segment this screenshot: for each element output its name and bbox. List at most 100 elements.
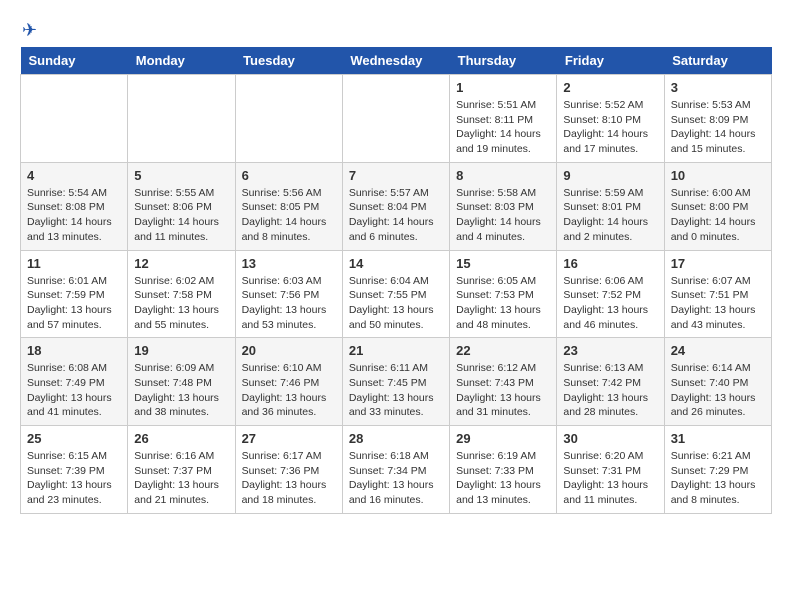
day-number: 29 (456, 431, 550, 446)
calendar-cell: 1 Sunrise: 5:51 AM Sunset: 8:11 PM Daylig… (450, 75, 557, 163)
day-number: 23 (563, 343, 657, 358)
day-info: Sunrise: 6:21 AM Sunset: 7:29 PM Dayligh… (671, 449, 765, 508)
day-number: 1 (456, 80, 550, 95)
calendar-cell: 30 Sunrise: 6:20 AM Sunset: 7:31 PM Dayli… (557, 426, 664, 514)
logo-bird-icon: ✈ (22, 20, 37, 41)
calendar-week-3: 11 Sunrise: 6:01 AM Sunset: 7:59 PM Dayli… (21, 250, 772, 338)
day-info: Sunrise: 5:56 AM Sunset: 8:05 PM Dayligh… (242, 186, 336, 245)
calendar-cell: 2 Sunrise: 5:52 AM Sunset: 8:10 PM Daylig… (557, 75, 664, 163)
calendar-cell (235, 75, 342, 163)
day-number: 19 (134, 343, 228, 358)
day-info: Sunrise: 6:20 AM Sunset: 7:31 PM Dayligh… (563, 449, 657, 508)
calendar-cell (128, 75, 235, 163)
calendar-week-4: 18 Sunrise: 6:08 AM Sunset: 7:49 PM Dayli… (21, 338, 772, 426)
day-number: 30 (563, 431, 657, 446)
calendar-cell: 15Sunrise: 6:05 AM Sunset: 7:53 PM Dayli… (450, 250, 557, 338)
logo: ✈ (20, 20, 37, 37)
day-info: Sunrise: 6:17 AM Sunset: 7:36 PM Dayligh… (242, 449, 336, 508)
day-header-thursday: Thursday (450, 47, 557, 75)
day-number: 31 (671, 431, 765, 446)
day-info: Sunrise: 6:14 AM Sunset: 7:40 PM Dayligh… (671, 361, 765, 420)
calendar-cell: 4Sunrise: 5:54 AM Sunset: 8:08 PM Daylig… (21, 162, 128, 250)
day-header-monday: Monday (128, 47, 235, 75)
calendar-cell: 7 Sunrise: 5:57 AM Sunset: 8:04 PM Daylig… (342, 162, 449, 250)
day-info: Sunrise: 6:15 AM Sunset: 7:39 PM Dayligh… (27, 449, 121, 508)
day-number: 13 (242, 256, 336, 271)
calendar-table: SundayMondayTuesdayWednesdayThursdayFrid… (20, 47, 772, 514)
calendar-cell: 20 Sunrise: 6:10 AM Sunset: 7:46 PM Dayli… (235, 338, 342, 426)
calendar-cell: 19Sunrise: 6:09 AM Sunset: 7:48 PM Dayli… (128, 338, 235, 426)
day-info: Sunrise: 5:51 AM Sunset: 8:11 PM Dayligh… (456, 98, 550, 157)
day-number: 11 (27, 256, 121, 271)
day-info: Sunrise: 6:18 AM Sunset: 7:34 PM Dayligh… (349, 449, 443, 508)
calendar-cell: 23 Sunrise: 6:13 AM Sunset: 7:42 PM Dayli… (557, 338, 664, 426)
day-number: 7 (349, 168, 443, 183)
day-header-wednesday: Wednesday (342, 47, 449, 75)
day-info: Sunrise: 6:07 AM Sunset: 7:51 PM Dayligh… (671, 274, 765, 333)
calendar-cell: 10Sunrise: 6:00 AM Sunset: 8:00 PM Dayli… (664, 162, 771, 250)
day-number: 6 (242, 168, 336, 183)
day-number: 28 (349, 431, 443, 446)
day-number: 14 (349, 256, 443, 271)
calendar-cell: 8Sunrise: 5:58 AM Sunset: 8:03 PM Daylig… (450, 162, 557, 250)
calendar-cell: 22Sunrise: 6:12 AM Sunset: 7:43 PM Dayli… (450, 338, 557, 426)
day-info: Sunrise: 6:10 AM Sunset: 7:46 PM Dayligh… (242, 361, 336, 420)
day-info: Sunrise: 5:52 AM Sunset: 8:10 PM Dayligh… (563, 98, 657, 157)
day-info: Sunrise: 5:54 AM Sunset: 8:08 PM Dayligh… (27, 186, 121, 245)
calendar-week-5: 25 Sunrise: 6:15 AM Sunset: 7:39 PM Dayli… (21, 426, 772, 514)
day-number: 9 (563, 168, 657, 183)
day-info: Sunrise: 5:59 AM Sunset: 8:01 PM Dayligh… (563, 186, 657, 245)
day-number: 12 (134, 256, 228, 271)
day-number: 3 (671, 80, 765, 95)
day-info: Sunrise: 6:19 AM Sunset: 7:33 PM Dayligh… (456, 449, 550, 508)
calendar-cell: 31 Sunrise: 6:21 AM Sunset: 7:29 PM Dayli… (664, 426, 771, 514)
day-info: Sunrise: 6:08 AM Sunset: 7:49 PM Dayligh… (27, 361, 121, 420)
calendar-cell: 21 Sunrise: 6:11 AM Sunset: 7:45 PM Dayli… (342, 338, 449, 426)
day-number: 18 (27, 343, 121, 358)
day-info: Sunrise: 5:57 AM Sunset: 8:04 PM Dayligh… (349, 186, 443, 245)
day-number: 16 (563, 256, 657, 271)
calendar-cell: 11 Sunrise: 6:01 AM Sunset: 7:59 PM Dayli… (21, 250, 128, 338)
calendar-cell: 12Sunrise: 6:02 AM Sunset: 7:58 PM Dayli… (128, 250, 235, 338)
calendar-cell: 29 Sunrise: 6:19 AM Sunset: 7:33 PM Dayli… (450, 426, 557, 514)
day-info: Sunrise: 6:03 AM Sunset: 7:56 PM Dayligh… (242, 274, 336, 333)
day-header-tuesday: Tuesday (235, 47, 342, 75)
calendar-cell: 27 Sunrise: 6:17 AM Sunset: 7:36 PM Dayli… (235, 426, 342, 514)
calendar-week-1: 1 Sunrise: 5:51 AM Sunset: 8:11 PM Daylig… (21, 75, 772, 163)
day-number: 5 (134, 168, 228, 183)
calendar-header-row: SundayMondayTuesdayWednesdayThursdayFrid… (21, 47, 772, 75)
day-number: 27 (242, 431, 336, 446)
day-number: 10 (671, 168, 765, 183)
day-info: Sunrise: 6:04 AM Sunset: 7:55 PM Dayligh… (349, 274, 443, 333)
calendar-cell: 16 Sunrise: 6:06 AM Sunset: 7:52 PM Dayli… (557, 250, 664, 338)
day-info: Sunrise: 6:12 AM Sunset: 7:43 PM Dayligh… (456, 361, 550, 420)
day-info: Sunrise: 6:06 AM Sunset: 7:52 PM Dayligh… (563, 274, 657, 333)
calendar-cell (342, 75, 449, 163)
day-info: Sunrise: 6:01 AM Sunset: 7:59 PM Dayligh… (27, 274, 121, 333)
calendar-cell: 28 Sunrise: 6:18 AM Sunset: 7:34 PM Dayli… (342, 426, 449, 514)
calendar-cell: 13 Sunrise: 6:03 AM Sunset: 7:56 PM Dayli… (235, 250, 342, 338)
calendar-cell: 18 Sunrise: 6:08 AM Sunset: 7:49 PM Dayli… (21, 338, 128, 426)
day-info: Sunrise: 6:11 AM Sunset: 7:45 PM Dayligh… (349, 361, 443, 420)
day-number: 24 (671, 343, 765, 358)
day-number: 20 (242, 343, 336, 358)
calendar-cell: 17 Sunrise: 6:07 AM Sunset: 7:51 PM Dayli… (664, 250, 771, 338)
day-number: 17 (671, 256, 765, 271)
calendar-cell: 14 Sunrise: 6:04 AM Sunset: 7:55 PM Dayli… (342, 250, 449, 338)
day-info: Sunrise: 5:55 AM Sunset: 8:06 PM Dayligh… (134, 186, 228, 245)
calendar-cell: 9 Sunrise: 5:59 AM Sunset: 8:01 PM Daylig… (557, 162, 664, 250)
day-number: 2 (563, 80, 657, 95)
day-number: 25 (27, 431, 121, 446)
calendar-cell (21, 75, 128, 163)
day-number: 26 (134, 431, 228, 446)
day-number: 21 (349, 343, 443, 358)
calendar-cell: 24 Sunrise: 6:14 AM Sunset: 7:40 PM Dayli… (664, 338, 771, 426)
day-header-saturday: Saturday (664, 47, 771, 75)
day-info: Sunrise: 5:53 AM Sunset: 8:09 PM Dayligh… (671, 98, 765, 157)
day-number: 8 (456, 168, 550, 183)
calendar-week-2: 4Sunrise: 5:54 AM Sunset: 8:08 PM Daylig… (21, 162, 772, 250)
calendar-cell: 25 Sunrise: 6:15 AM Sunset: 7:39 PM Dayli… (21, 426, 128, 514)
day-info: Sunrise: 6:13 AM Sunset: 7:42 PM Dayligh… (563, 361, 657, 420)
day-header-friday: Friday (557, 47, 664, 75)
calendar-cell: 26Sunrise: 6:16 AM Sunset: 7:37 PM Dayli… (128, 426, 235, 514)
